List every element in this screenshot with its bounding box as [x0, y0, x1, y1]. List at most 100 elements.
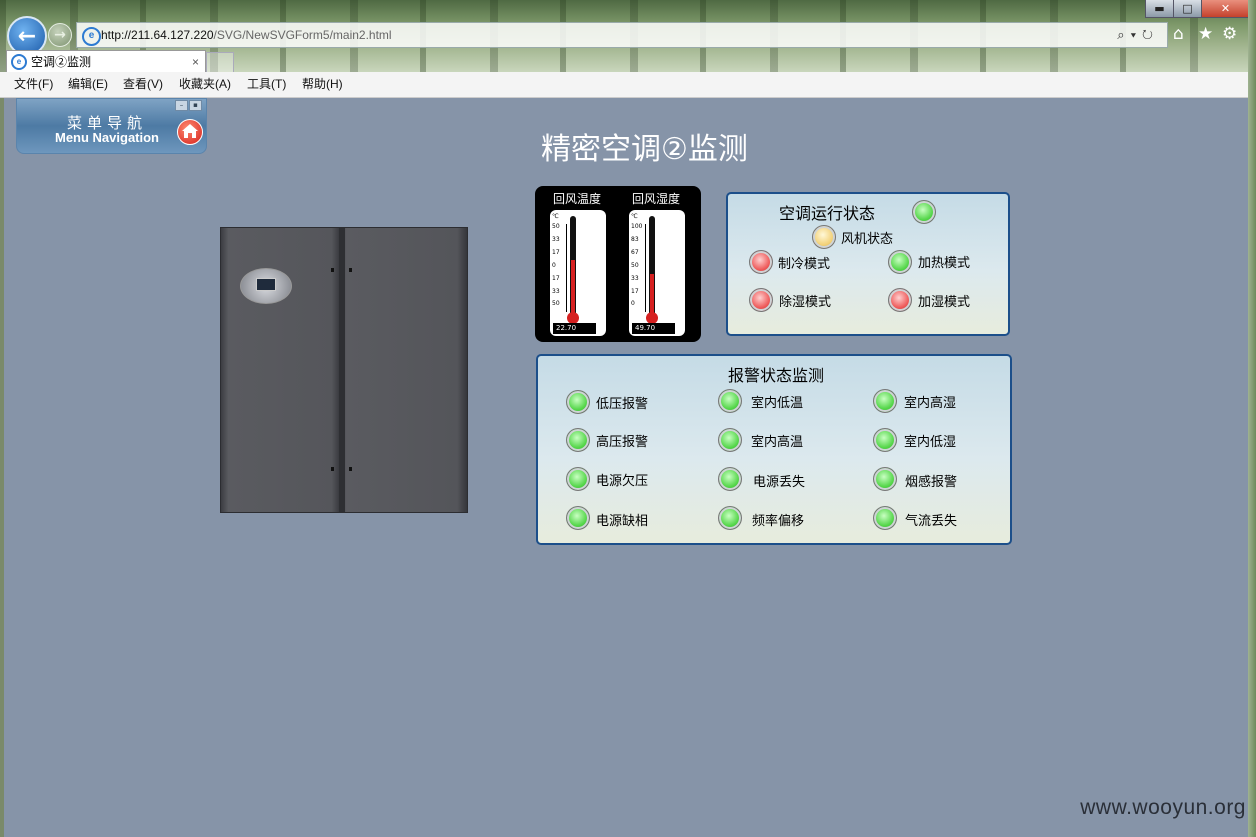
temperature-value: 22.70: [553, 323, 596, 334]
display-screen: [256, 278, 276, 291]
status-light: [912, 200, 936, 224]
alarm-label-indoor-high-temp: 室内高温: [751, 435, 804, 450]
status-light: [888, 288, 912, 312]
status-light: [566, 506, 590, 530]
control-panel-display: [240, 268, 292, 304]
status-light: [749, 250, 773, 274]
door-latch: [349, 268, 352, 272]
status-light: [718, 467, 742, 491]
url-path: /SVG/NewSVGForm5/main2.html: [213, 28, 392, 42]
alarm-label-indoor-low-humidity: 室内低湿: [904, 435, 957, 450]
status-light: [749, 288, 773, 312]
status-light: [718, 506, 742, 530]
menu-view[interactable]: 查看(V): [123, 72, 163, 97]
dehumidify-mode-label: 除湿模式: [779, 295, 832, 310]
return-air-temp-label: 回风温度: [553, 192, 602, 206]
forward-button[interactable]: →: [48, 23, 72, 47]
temperature-gauge: ℃ 50 33 17 0 17 33 50 22.70: [550, 210, 606, 336]
url-host: http://211.64.127.220: [101, 28, 214, 42]
status-light: [873, 389, 897, 413]
run-status-title: 空调运行状态: [779, 204, 876, 223]
status-light: [873, 467, 897, 491]
gauge-tick: 50: [631, 261, 639, 269]
alarm-label-frequency-offset: 频率偏移: [752, 514, 805, 529]
door-latch: [331, 268, 334, 272]
gauge-tick: 0: [552, 261, 556, 269]
status-light: [812, 225, 836, 249]
menu-file[interactable]: 文件(F): [14, 72, 53, 97]
page-content: – ▪ 菜单导航 Menu Navigation 精密空调②监测 回风温度 回风…: [4, 98, 1248, 837]
page-title: 精密空调②监测: [541, 132, 748, 167]
gauge-tick: 50: [552, 223, 560, 230]
tab-title: 空调②监测: [31, 55, 92, 69]
door-seam: [339, 228, 345, 512]
favorites-star-icon[interactable]: ★: [1198, 24, 1213, 44]
return-air-humidity-label: 回风湿度: [632, 192, 681, 206]
gauge-ticks: ℃ 100 83 67 50 33 17 0: [631, 212, 642, 311]
close-window-button[interactable]: ✕: [1201, 0, 1250, 18]
alarm-label-indoor-low-temp: 室内低温: [751, 396, 804, 411]
gauge-tick: 67: [631, 248, 639, 256]
status-light: [873, 428, 897, 452]
fan-status-label: 风机状态: [841, 232, 894, 247]
gauge-tick: 0: [631, 300, 635, 308]
gauge-tick: 33: [552, 235, 560, 243]
status-light: [566, 428, 590, 452]
gauge-tick: 17: [552, 274, 560, 282]
gauge-mercury: [650, 273, 654, 314]
alarm-status-title: 报警状态监测: [728, 366, 825, 385]
humidify-mode-label: 加湿模式: [918, 295, 971, 310]
gauge-unit: ℃: [631, 213, 638, 220]
status-light: [718, 428, 742, 452]
menu-help[interactable]: 帮助(H): [302, 72, 343, 97]
menu-bar: 文件(F) 编辑(E) 查看(V) 收藏夹(A) 工具(T) 帮助(H): [0, 72, 1248, 98]
alarm-label-indoor-high-humidity: 室内高湿: [904, 396, 957, 411]
home-icon[interactable]: [177, 119, 203, 145]
alarm-label-low-pressure: 低压报警: [596, 397, 649, 412]
menu-navigation-panel[interactable]: – ▪ 菜单导航 Menu Navigation: [16, 98, 207, 154]
menu-tools[interactable]: 工具(T): [247, 72, 286, 97]
gauge-ticks: ℃ 50 33 17 0 17 33 50: [552, 212, 560, 311]
door-latch: [349, 467, 352, 471]
search-refresh-icons[interactable]: ⌕▾↻: [1117, 23, 1159, 47]
gauge-tick: 83: [631, 235, 639, 243]
tab-close-icon[interactable]: ×: [192, 51, 199, 73]
maximize-button[interactable]: □: [1173, 0, 1202, 18]
humidity-value: 49.70: [632, 323, 675, 334]
address-bar[interactable]: e http://211.64.127.220/SVG/NewSVGForm5/…: [76, 22, 1168, 48]
watermark: www.wooyun.org: [1080, 796, 1246, 819]
status-light: [873, 506, 897, 530]
menu-favorites[interactable]: 收藏夹(A): [179, 72, 231, 97]
nav-collapse-icon[interactable]: –: [175, 100, 188, 111]
run-status-panel: 空调运行状态 风机状态 制冷模式 加热模式 除湿模式 加湿模式: [726, 192, 1010, 336]
thermometer-panel: 回风温度 回风湿度 ℃ 50 33 17 0 17 33 50 22.70 ℃ …: [535, 186, 701, 342]
minimize-button[interactable]: ▬: [1145, 0, 1174, 18]
status-light: [566, 467, 590, 491]
alarm-label-high-pressure: 高压报警: [596, 435, 649, 450]
nav-expand-icon[interactable]: ▪: [189, 100, 202, 111]
alarm-label-undervoltage: 电源欠压: [596, 474, 649, 489]
alarm-status-panel: 报警状态监测 低压报警 室内低温 室内高湿 高压报警 室内高温 室内低湿 电源欠…: [536, 354, 1012, 545]
new-tab-button[interactable]: [206, 52, 234, 72]
window-frame-right: [1248, 0, 1256, 837]
alarm-label-power-loss: 电源丢失: [753, 475, 806, 490]
tab-active[interactable]: e 空调②监测 ×: [6, 50, 206, 73]
ie-icon: e: [82, 27, 101, 46]
alarm-label-airflow-loss: 气流丢失: [905, 514, 958, 529]
address-url: http://211.64.127.220/SVG/NewSVGForm5/ma…: [101, 23, 392, 47]
gauge-tick: 33: [631, 274, 639, 282]
gauge-tick: 100: [631, 223, 643, 230]
nav-title-en: Menu Navigation: [54, 130, 159, 145]
gauge-scale: [566, 224, 567, 312]
home-toolbar-icon[interactable]: ⌂: [1173, 24, 1184, 44]
browser-chrome: ← → e http://211.64.127.220/SVG/NewSVGFo…: [0, 0, 1256, 73]
tab-ie-icon: e: [11, 54, 27, 70]
gauge-scale: [645, 224, 646, 312]
menu-edit[interactable]: 编辑(E): [68, 72, 108, 97]
gauge-tick: 50: [552, 300, 560, 308]
alarm-label-phase-loss: 电源缺相: [596, 514, 649, 529]
status-light: [888, 250, 912, 274]
settings-gear-icon[interactable]: ⚙: [1222, 24, 1237, 44]
cooling-mode-label: 制冷模式: [778, 257, 831, 272]
ac-unit-image: [220, 227, 468, 513]
